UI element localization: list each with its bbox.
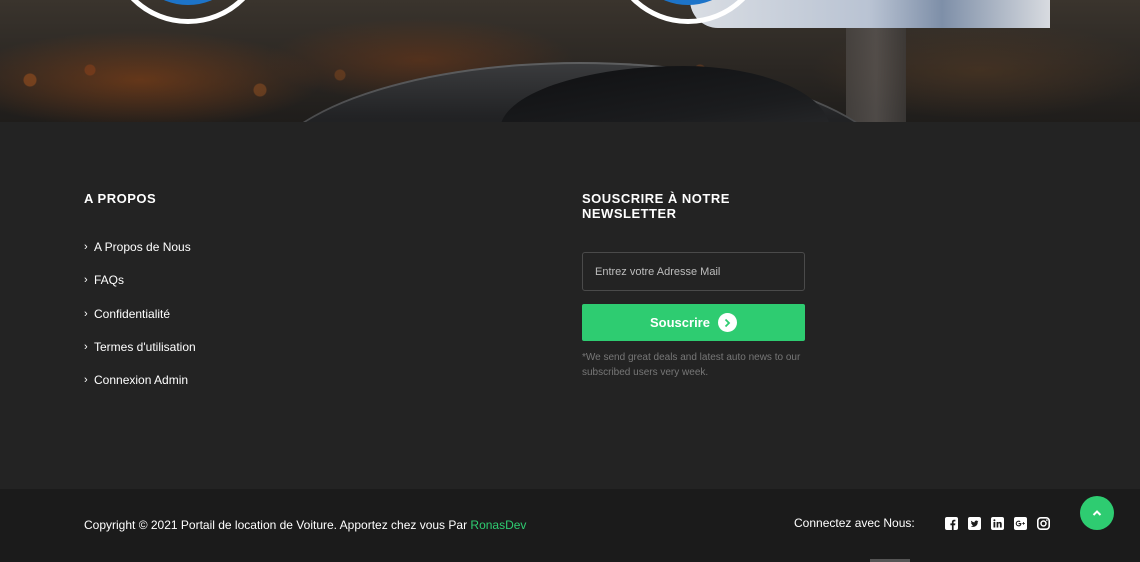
bottom-bar: Copyright © 2021 Portail de location de … <box>0 489 1140 562</box>
instagram-icon[interactable] <box>1036 516 1050 530</box>
subscribe-button-label: Souscrire <box>650 315 710 330</box>
arrow-right-circle-icon <box>717 313 737 332</box>
tree-trunk <box>846 20 906 122</box>
footer-link-admin-login[interactable]: › Connexion Admin <box>84 373 196 406</box>
footer-link-label: Connexion Admin <box>94 373 189 388</box>
about-links: › A Propos de Nous › FAQs › Confidential… <box>84 240 196 406</box>
copyright-label: Copyright © 2021 Portail de location de … <box>84 518 471 532</box>
copyright-text: Copyright © 2021 Portail de location de … <box>84 518 526 532</box>
about-heading: A PROPOS <box>84 191 157 206</box>
footer-link-terms[interactable]: › Termes d'utilisation <box>84 340 196 373</box>
newsletter-note: *We send great deals and latest auto new… <box>582 352 801 378</box>
chevron-right-icon: › <box>84 340 88 353</box>
chevron-right-icon: › <box>84 307 88 320</box>
chevron-up-icon <box>1092 510 1102 516</box>
footer-link-privacy[interactable]: › Confidentialité <box>84 307 196 340</box>
hero-background <box>0 0 1140 122</box>
facebook-icon[interactable] <box>944 516 958 530</box>
footer: A PROPOS › A Propos de Nous › FAQs › Con… <box>0 122 1140 489</box>
subscribe-button[interactable]: Souscrire <box>582 304 805 341</box>
connect-label: Connectez avec Nous: <box>794 516 915 530</box>
footer-link-label: Termes d'utilisation <box>94 339 196 354</box>
chevron-right-icon: › <box>84 374 88 387</box>
back-to-top-button[interactable] <box>1080 496 1114 530</box>
brand-link[interactable]: RonasDev <box>470 518 526 532</box>
newsletter-email-input[interactable] <box>582 252 805 291</box>
footer-link-faqs[interactable]: › FAQs <box>84 273 196 306</box>
chevron-right-icon: › <box>84 274 88 287</box>
google-plus-icon[interactable] <box>1013 516 1027 530</box>
newsletter-heading: SOUSCRIRE À NOTRE NEWSLETTER <box>582 191 730 221</box>
twitter-icon[interactable] <box>967 516 981 530</box>
chevron-right-icon: › <box>84 241 88 253</box>
footer-link-label: Confidentialité <box>94 306 171 321</box>
feature-circle-badge <box>108 0 268 24</box>
footer-link-label: A Propos de Nous <box>94 240 191 254</box>
footer-link-label: FAQs <box>94 273 125 288</box>
linkedin-icon[interactable] <box>990 516 1004 530</box>
social-links <box>944 516 1050 530</box>
hero-photo <box>690 0 1050 28</box>
footer-link-about-us[interactable]: › A Propos de Nous <box>84 240 196 273</box>
